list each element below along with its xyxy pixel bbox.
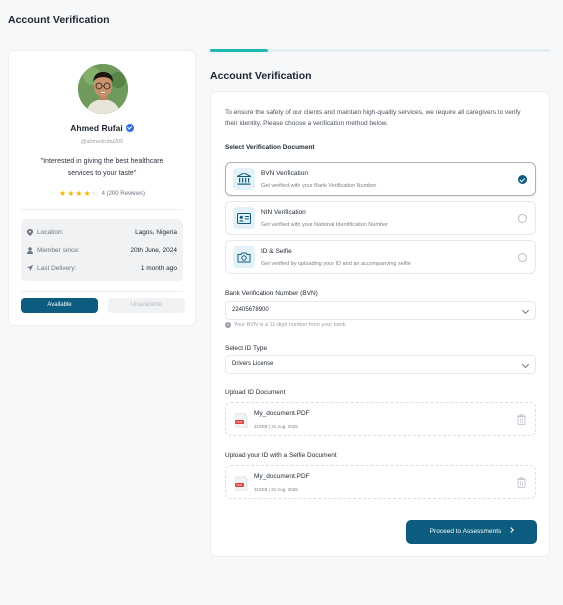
chevron-right-icon (508, 527, 515, 533)
info-row-last-delivery: Last Delivery: 1 month ago (27, 259, 177, 277)
profile-info-box: Location: Lagos, Nigeria Member since: 2… (21, 219, 183, 281)
id-card-icon (233, 207, 255, 229)
bvn-label: Bank Verification Number (BVN) (225, 290, 318, 297)
section-title: Account Verification (210, 70, 312, 82)
info-row-member-since: Member since: 20th June, 2024 (27, 241, 177, 259)
svg-text:PDF: PDF (237, 483, 243, 487)
bvn-select[interactable]: 22405678900 (225, 301, 536, 320)
upload-id-label: Upload ID Document (225, 389, 286, 396)
star-empty-icon: ☆ (91, 189, 100, 198)
progress-fill (210, 49, 268, 52)
available-button[interactable]: Available (21, 298, 98, 313)
chevron-down-icon (521, 306, 530, 315)
avatar (78, 64, 128, 114)
rating-stars: ★★★★☆ (59, 189, 100, 198)
trash-icon[interactable] (517, 414, 526, 425)
camera-icon (233, 246, 255, 268)
rating-score: 4 (101, 191, 105, 197)
option-nin[interactable]: NIN Verification Get verified with your … (225, 201, 536, 235)
profile-handle: @ahmedrufai200 (80, 139, 124, 145)
star-icon: ★ (75, 189, 84, 198)
intro-text: To ensure the safety of our clients and … (225, 109, 521, 127)
info-value: 1 month ago (140, 264, 177, 272)
upload-file-name: My_document.PDF (254, 410, 310, 417)
trash-icon[interactable] (517, 477, 526, 488)
upload-file-name: My_document.PDF (254, 473, 310, 480)
proceed-button[interactable]: Proceed to Assessments (406, 520, 537, 544)
location-pin-icon (27, 228, 33, 236)
bvn-value: 22405678900 (232, 307, 269, 313)
unavailable-button[interactable]: Unavailable (108, 298, 185, 313)
verification-form: To ensure the safety of our clients and … (210, 91, 550, 557)
radio-unchecked-icon[interactable] (518, 253, 527, 262)
verified-badge-icon (125, 124, 134, 132)
upload-selfie-label: Upload your ID with a Selfie Document (225, 452, 337, 459)
bank-icon (233, 168, 255, 190)
id-type-select[interactable]: Drivers License (225, 355, 536, 374)
divider (21, 291, 183, 292)
upload-id-box[interactable]: PDF My_document.PDF 310KB | 31 Aug, 2025 (225, 402, 536, 436)
pdf-file-icon: PDF (235, 476, 248, 491)
info-row-location: Location: Lagos, Nigeria (27, 223, 177, 241)
info-value: 20th June, 2024 (130, 246, 177, 254)
rating-reviews: (200 Reviews) (106, 191, 145, 197)
radio-unchecked-icon[interactable] (518, 214, 527, 223)
profile-name: Ahmed Rufai (70, 123, 123, 133)
star-icon: ★ (59, 189, 68, 198)
option-subtitle: Get verified with your Bank Verification… (261, 183, 377, 189)
info-value: Lagos, Nigeria (135, 228, 177, 236)
profile-card: Ahmed Rufai @ahmedrufai200 "Interested i… (8, 50, 196, 326)
option-bvn[interactable]: BVN Verification Get verified with your … (225, 162, 536, 196)
option-title: ID & Selfie (261, 248, 292, 255)
option-title: BVN Verification (261, 170, 308, 177)
info-label: Location: (37, 228, 64, 236)
rating: ★★★★☆ 4 (200 Reviews) (9, 189, 195, 198)
info-label: Last Delivery: (37, 264, 77, 272)
user-icon (27, 246, 33, 254)
upload-selfie-box[interactable]: PDF My_document.PDF 310KB | 31 Aug, 2025 (225, 465, 536, 499)
upload-file-meta: 310KB | 31 Aug, 2025 (254, 424, 298, 429)
id-type-label: Select ID Type (225, 345, 268, 352)
id-type-value: Drivers License (232, 361, 274, 367)
radio-checked-icon[interactable] (518, 175, 527, 184)
profile-quote: "Interested in giving the best healthcar… (40, 158, 164, 177)
bvn-hint: i Your BVN is a 11-digit number from you… (225, 322, 346, 328)
divider (21, 209, 183, 210)
doc-label: Select Verification Document (225, 144, 315, 151)
profile-name-row: Ahmed Rufai (9, 123, 195, 133)
bvn-hint-text: Your BVN is a 11-digit number from your … (234, 322, 346, 328)
option-id-selfie[interactable]: ID & Selfie Get verified by uploading yo… (225, 240, 536, 274)
option-title: NIN Verification (261, 209, 306, 216)
option-subtitle: Get verified with your National Identifi… (261, 222, 388, 228)
chevron-down-icon (521, 360, 530, 369)
proceed-label: Proceed to Assessments (429, 528, 502, 535)
progress-bar (210, 49, 550, 52)
page-title: Account Verification (8, 14, 110, 26)
svg-text:PDF: PDF (237, 420, 243, 424)
send-icon (27, 265, 33, 271)
upload-file-meta: 310KB | 31 Aug, 2025 (254, 487, 298, 492)
star-icon: ★ (83, 189, 92, 198)
info-label: Member since: (37, 246, 80, 254)
info-icon: i (225, 322, 231, 328)
option-subtitle: Get verified by uploading your ID and an… (261, 261, 411, 267)
pdf-file-icon: PDF (235, 413, 248, 428)
